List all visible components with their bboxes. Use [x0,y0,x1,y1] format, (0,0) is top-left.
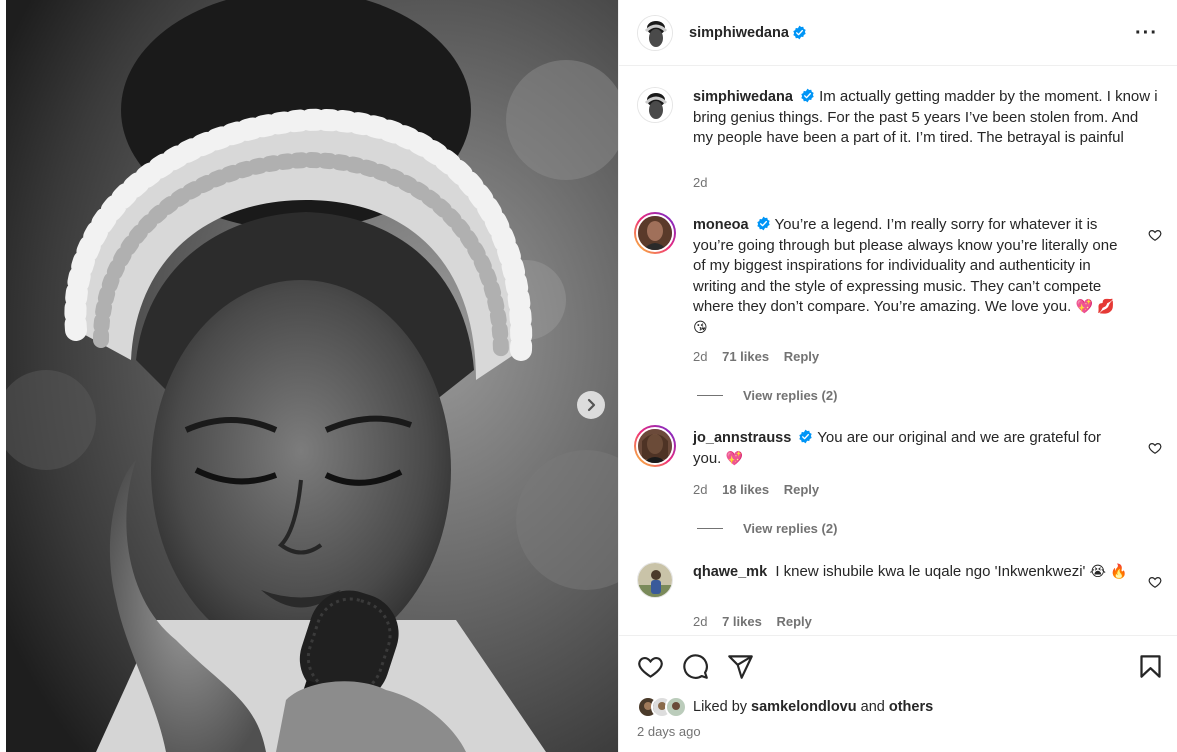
comment-body: moneoa You’re a legend. I’m really sorry… [693,215,1130,338]
author-avatar[interactable] [637,87,673,123]
more-options-icon[interactable]: ··· [1135,22,1158,45]
commenter-avatar[interactable] [634,212,676,254]
verified-badge-icon [793,25,806,40]
author-avatar[interactable] [637,14,673,51]
comment-username[interactable]: qhawe_mk [693,564,767,580]
like-heart-icon[interactable] [637,653,664,680]
comment-time[interactable]: 2d [693,614,707,629]
post-timestamp[interactable]: 2 days ago [637,724,701,739]
post-photo [6,0,618,752]
comment-likes[interactable]: 18 likes [722,482,769,497]
liked-by-user[interactable]: samkelondlovu [751,699,857,715]
verified-badge-icon [756,216,770,231]
caption-username[interactable]: simphiwedana [693,89,793,105]
post-side-panel: simphiwedana ··· simphiwedana Im actuall… [618,0,1177,752]
post-header: simphiwedana ··· [619,0,1177,66]
comment-likes[interactable]: 71 likes [722,349,769,364]
liked-by: Liked by samkelondlovu and others [637,696,933,718]
chevron-right-icon [587,398,596,412]
photo-illustration [6,0,618,752]
view-replies-label: View replies (2) [743,521,838,536]
heart-icon[interactable] [1148,575,1162,589]
caption-meta: 2d [693,175,718,190]
comment-body: qhawe_mk I knew ishubile kwa le uqale ng… [693,562,1130,583]
caption-body: simphiwedana Im actually getting madder … [693,87,1162,149]
comment-emojis: 😭 🔥 [1089,564,1128,580]
comment-username[interactable]: moneoa [693,217,749,233]
next-image-button[interactable] [577,391,605,419]
liked-by-avatars[interactable] [637,696,687,718]
view-replies-button[interactable]: View replies (2) [697,521,837,536]
post-media [0,0,618,752]
view-replies-button[interactable]: View replies (2) [697,388,837,403]
replies-divider [697,528,723,529]
comment-meta: 2d 7 likes Reply [693,614,823,629]
comment-text: I knew ishubile kwa le uqale ngo 'Inkwen… [775,563,1086,580]
comment-time[interactable]: 2d [693,482,707,497]
comment-meta: 2d 18 likes Reply [693,482,830,497]
liked-by-others[interactable]: others [889,699,933,715]
replies-divider [697,395,723,396]
caption-time[interactable]: 2d [693,175,707,190]
commenter-avatar[interactable] [637,562,673,598]
comment-likes[interactable]: 7 likes [722,614,762,629]
reply-button[interactable]: Reply [784,482,819,497]
comment-icon[interactable] [682,653,709,680]
comment-username[interactable]: jo_annstrauss [693,430,791,446]
post-actions: Liked by samkelondlovu and others 2 days… [619,635,1177,752]
liker-avatar [665,696,687,718]
verified-badge-icon [801,88,814,103]
author-username[interactable]: simphiwedana [689,25,789,41]
comment-time[interactable]: 2d [693,349,707,364]
heart-icon[interactable] [1148,228,1162,242]
reply-button[interactable]: Reply [776,614,811,629]
heart-icon[interactable] [1148,441,1162,455]
comment-meta: 2d 71 likes Reply [693,349,830,364]
liked-by-and: and [860,699,885,715]
bookmark-icon[interactable] [1137,653,1164,680]
comment-body: jo_annstrauss You are our original and w… [693,428,1130,469]
share-icon[interactable] [727,653,754,680]
view-replies-label: View replies (2) [743,388,838,403]
commenter-avatar[interactable] [634,425,676,467]
liked-by-prefix: Liked by [693,699,748,715]
reply-button[interactable]: Reply [784,349,819,364]
comment-emojis: 💖 [725,450,743,467]
verified-badge-icon [799,429,813,444]
comments-list: simphiwedana Im actually getting madder … [619,67,1177,635]
